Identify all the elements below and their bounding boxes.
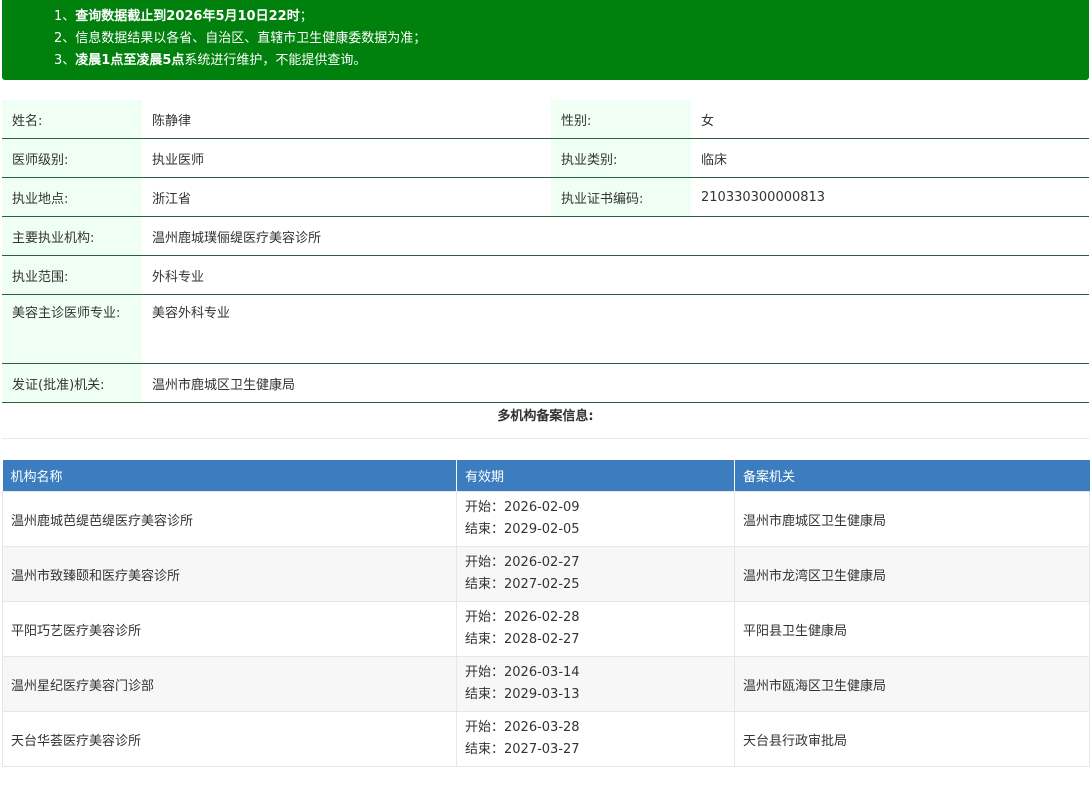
start-label: 开始： bbox=[465, 610, 505, 625]
end-value: 2029-02-05 bbox=[504, 522, 580, 537]
org-name: 温州鹿城芭缇芭缇医疗美容诊所 bbox=[2, 491, 457, 547]
name-value: 陈静律 bbox=[142, 100, 551, 139]
name-label: 姓名: bbox=[2, 100, 142, 139]
end-value: 2027-02-25 bbox=[504, 577, 580, 592]
end-label: 结束： bbox=[465, 687, 505, 702]
level-label: 医师级别: bbox=[2, 138, 142, 178]
cert-value: 210330300000813 bbox=[691, 177, 1089, 217]
scope-value: 外科专业 bbox=[142, 255, 1089, 295]
notice-line-3: 3、凌晨1点至凌晨5点系统进行维护，不能提供查询。 bbox=[2, 50, 1089, 72]
institution-label: 主要执业机构: bbox=[2, 216, 142, 256]
table-row: 天台华荟医疗美容诊所 开始：2026-03-28 结束：2027-03-27 天… bbox=[2, 711, 1090, 767]
notice-3-suffix: 系统进行维护，不能提供查询。 bbox=[184, 53, 367, 68]
start-value: 2026-02-27 bbox=[504, 555, 580, 570]
start-value: 2026-02-09 bbox=[504, 500, 580, 515]
start-date: 开始：2026-03-14 bbox=[465, 662, 726, 684]
end-label: 结束： bbox=[465, 577, 505, 592]
gender-label: 性别: bbox=[551, 100, 691, 139]
table-row: 温州星纪医疗美容门诊部 开始：2026-03-14 结束：2029-03-13 … bbox=[2, 656, 1090, 712]
org-header-row: 机构名称 有效期 备案机关 bbox=[2, 460, 1090, 492]
end-label: 结束： bbox=[465, 522, 505, 537]
category-label: 执业类别: bbox=[551, 138, 691, 178]
org-authority: 天台县行政审批局 bbox=[734, 711, 1090, 767]
scope-label: 执业范围: bbox=[2, 255, 142, 295]
info-row-location: 执业地点: 浙江省 执业证书编码: 210330300000813 bbox=[2, 177, 1089, 217]
validity-period: 开始：2026-02-28 结束：2028-02-27 bbox=[456, 601, 735, 657]
info-row-name: 姓名: 陈静律 性别: 女 bbox=[2, 100, 1089, 139]
notice-banner: 1、查询数据截止到2026年5月10日22时； 2、信息数据结果以各省、自治区、… bbox=[2, 0, 1089, 80]
location-label: 执业地点: bbox=[2, 177, 142, 217]
start-label: 开始： bbox=[465, 555, 505, 570]
end-label: 结束： bbox=[465, 632, 505, 647]
notice-2-text: 2、信息数据结果以各省、自治区、直辖市卫生健康委数据为准； bbox=[54, 31, 427, 46]
notice-1-bold: 查询数据截止到2026年5月10日22时 bbox=[75, 9, 300, 24]
org-name: 平阳巧艺医疗美容诊所 bbox=[2, 601, 457, 657]
info-row-cosmetic: 美容主诊医师专业: 美容外科专业 bbox=[2, 294, 1089, 364]
end-date: 结束：2029-03-13 bbox=[465, 684, 726, 706]
start-value: 2026-02-28 bbox=[504, 610, 580, 625]
header-institution-name: 机构名称 bbox=[2, 460, 457, 492]
gender-value: 女 bbox=[691, 100, 1089, 139]
end-date: 结束：2028-02-27 bbox=[465, 629, 726, 651]
location-value: 浙江省 bbox=[142, 177, 551, 217]
end-value: 2029-03-13 bbox=[504, 687, 580, 702]
start-date: 开始：2026-02-09 bbox=[465, 497, 726, 519]
notice-3-prefix: 3、 bbox=[54, 53, 76, 68]
org-authority: 温州市瓯海区卫生健康局 bbox=[734, 656, 1090, 712]
org-name: 温州市致臻颐和医疗美容诊所 bbox=[2, 546, 457, 602]
level-value: 执业医师 bbox=[142, 138, 551, 178]
org-authority: 温州市鹿城区卫生健康局 bbox=[734, 491, 1090, 547]
table-row: 温州鹿城芭缇芭缇医疗美容诊所 开始：2026-02-09 结束：2029-02-… bbox=[2, 491, 1090, 547]
info-row-level: 医师级别: 执业医师 执业类别: 临床 bbox=[2, 138, 1089, 178]
cosmetic-label: 美容主诊医师专业: bbox=[2, 294, 142, 364]
cosmetic-value: 美容外科专业 bbox=[142, 294, 1089, 364]
category-value: 临床 bbox=[691, 138, 1089, 178]
end-date: 结束：2027-03-27 bbox=[465, 739, 726, 761]
org-name: 温州星纪医疗美容门诊部 bbox=[2, 656, 457, 712]
start-value: 2026-03-14 bbox=[504, 665, 580, 680]
notice-line-1: 1、查询数据截止到2026年5月10日22时； bbox=[2, 6, 1089, 28]
start-date: 开始：2026-02-28 bbox=[465, 607, 726, 629]
validity-period: 开始：2026-03-14 结束：2029-03-13 bbox=[456, 656, 735, 712]
org-authority: 平阳县卫生健康局 bbox=[734, 601, 1090, 657]
institution-filing-table: 机构名称 有效期 备案机关 温州鹿城芭缇芭缇医疗美容诊所 开始：2026-02-… bbox=[2, 460, 1090, 767]
end-date: 结束：2029-02-05 bbox=[465, 519, 726, 541]
multi-institution-title: 多机构备案信息: bbox=[2, 396, 1089, 439]
cert-label: 执业证书编码: bbox=[551, 177, 691, 217]
end-label: 结束： bbox=[465, 742, 505, 757]
start-label: 开始： bbox=[465, 720, 505, 735]
validity-period: 开始：2026-02-09 结束：2029-02-05 bbox=[456, 491, 735, 547]
info-row-institution: 主要执业机构: 温州鹿城璞俪缇医疗美容诊所 bbox=[2, 216, 1089, 256]
start-label: 开始： bbox=[465, 500, 505, 515]
institution-value: 温州鹿城璞俪缇医疗美容诊所 bbox=[142, 216, 1089, 256]
end-value: 2028-02-27 bbox=[504, 632, 580, 647]
validity-period: 开始：2026-02-27 结束：2027-02-25 bbox=[456, 546, 735, 602]
validity-period: 开始：2026-03-28 结束：2027-03-27 bbox=[456, 711, 735, 767]
table-row: 温州市致臻颐和医疗美容诊所 开始：2026-02-27 结束：2027-02-2… bbox=[2, 546, 1090, 602]
header-validity: 有效期 bbox=[456, 460, 735, 492]
doctor-info-table: 姓名: 陈静律 性别: 女 医师级别: 执业医师 执业类别: 临床 执业地点: … bbox=[2, 100, 1089, 403]
start-value: 2026-03-28 bbox=[504, 720, 580, 735]
info-row-scope: 执业范围: 外科专业 bbox=[2, 255, 1089, 295]
notice-3-bold: 凌晨1点至凌晨5点 bbox=[75, 53, 185, 68]
start-date: 开始：2026-03-28 bbox=[465, 717, 726, 739]
end-value: 2027-03-27 bbox=[504, 742, 580, 757]
notice-line-2: 2、信息数据结果以各省、自治区、直辖市卫生健康委数据为准； bbox=[2, 28, 1089, 50]
org-name: 天台华荟医疗美容诊所 bbox=[2, 711, 457, 767]
notice-1-prefix: 1、 bbox=[54, 9, 76, 24]
end-date: 结束：2027-02-25 bbox=[465, 574, 726, 596]
start-date: 开始：2026-02-27 bbox=[465, 552, 726, 574]
table-row: 平阳巧艺医疗美容诊所 开始：2026-02-28 结束：2028-02-27 平… bbox=[2, 601, 1090, 657]
header-filing-authority: 备案机关 bbox=[734, 460, 1090, 492]
start-label: 开始： bbox=[465, 665, 505, 680]
org-authority: 温州市龙湾区卫生健康局 bbox=[734, 546, 1090, 602]
notice-1-suffix: ； bbox=[299, 9, 313, 24]
